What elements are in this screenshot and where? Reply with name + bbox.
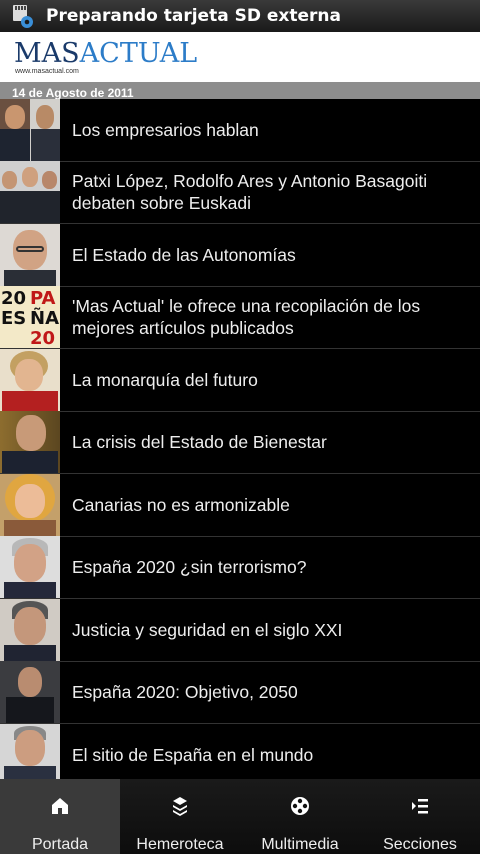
article-item[interactable]: La monarquía del futuro (0, 348, 480, 412)
two-men-photo (0, 99, 60, 161)
logo-url: www.masactual.com (15, 68, 79, 75)
blonde-woman-photo (0, 473, 60, 536)
article-item[interactable]: El sitio de España en el mundo (0, 723, 480, 779)
article-title: La monarquía del futuro (72, 369, 258, 390)
nav-label: Multimedia (261, 836, 339, 853)
three-men-photo (0, 161, 60, 224)
nav-label: Portada (31, 836, 89, 853)
article-title: Patxi López, Rodolfo Ares y Antonio Basa… (72, 171, 428, 214)
masactual-logo[interactable]: MASACTUAL (14, 40, 197, 68)
nav-secciones[interactable]: Secciones (360, 779, 480, 854)
man-suit-photo (0, 411, 60, 474)
article-title: 'Mas Actual' le ofrece una recopilación … (72, 296, 421, 339)
article-item[interactable]: 20 PA ES ÑA 20 'Mas Actual' le ofrece un… (0, 286, 480, 349)
nav-portada[interactable]: Portada (0, 779, 120, 854)
article-title: El sitio de España en el mundo (72, 744, 314, 765)
nav-multimedia[interactable]: Multimedia (240, 779, 360, 854)
status-bar: Preparando tarjeta SD externa (0, 0, 480, 32)
article-item[interactable]: Patxi López, Rodolfo Ares y Antonio Basa… (0, 161, 480, 224)
article-item[interactable]: Los empresarios hablan (0, 99, 480, 162)
man-glasses-photo (0, 223, 60, 286)
film-reel-icon (289, 795, 311, 817)
article-item[interactable]: Canarias no es armonizable (0, 473, 480, 537)
date-bar: 14 de Agosto de 2011 (0, 82, 480, 100)
article-title: El Estado de las Autonomías (72, 244, 296, 265)
article-item[interactable]: El Estado de las Autonomías (0, 223, 480, 287)
article-title: España 2020 ¿sin terrorismo? (72, 557, 307, 578)
man-dark-suit-photo (0, 661, 60, 724)
article-title: La crisis del Estado de Bienestar (72, 432, 327, 453)
article-item[interactable]: Justicia y seguridad en el siglo XXI (0, 598, 480, 662)
home-icon (49, 795, 71, 817)
app-header: MASACTUAL www.masactual.com (0, 32, 480, 82)
article-title: Los empresarios hablan (72, 119, 259, 140)
grey-hair-man-photo (0, 536, 60, 599)
man-tie-photo (0, 723, 60, 779)
sd-card-settings-icon (10, 3, 36, 29)
espana-2020-logo: 20 PA ES ÑA 20 (0, 286, 60, 349)
article-title: España 2020: Objetivo, 2050 (72, 682, 298, 703)
list-icon (409, 795, 431, 817)
article-title: Justicia y seguridad en el siglo XXI (72, 619, 343, 640)
layers-icon (169, 795, 191, 817)
status-text: Preparando tarjeta SD externa (46, 6, 341, 26)
older-man-photo (0, 598, 60, 661)
bottom-nav: Portada Hemeroteca Multimedia Secciones (0, 779, 480, 854)
date-text: 14 de Agosto de 2011 (12, 86, 134, 100)
nav-label: Hemeroteca (136, 836, 224, 853)
article-item[interactable]: La crisis del Estado de Bienestar (0, 411, 480, 474)
article-title: Canarias no es armonizable (72, 494, 290, 515)
woman-photo (0, 348, 60, 411)
article-item[interactable]: España 2020: Objetivo, 2050 (0, 661, 480, 724)
nav-hemeroteca[interactable]: Hemeroteca (120, 779, 240, 854)
article-item[interactable]: España 2020 ¿sin terrorismo? (0, 536, 480, 599)
article-list[interactable]: Los empresarios hablan Patxi López, Rodo… (0, 99, 480, 779)
nav-label: Secciones (383, 836, 457, 853)
